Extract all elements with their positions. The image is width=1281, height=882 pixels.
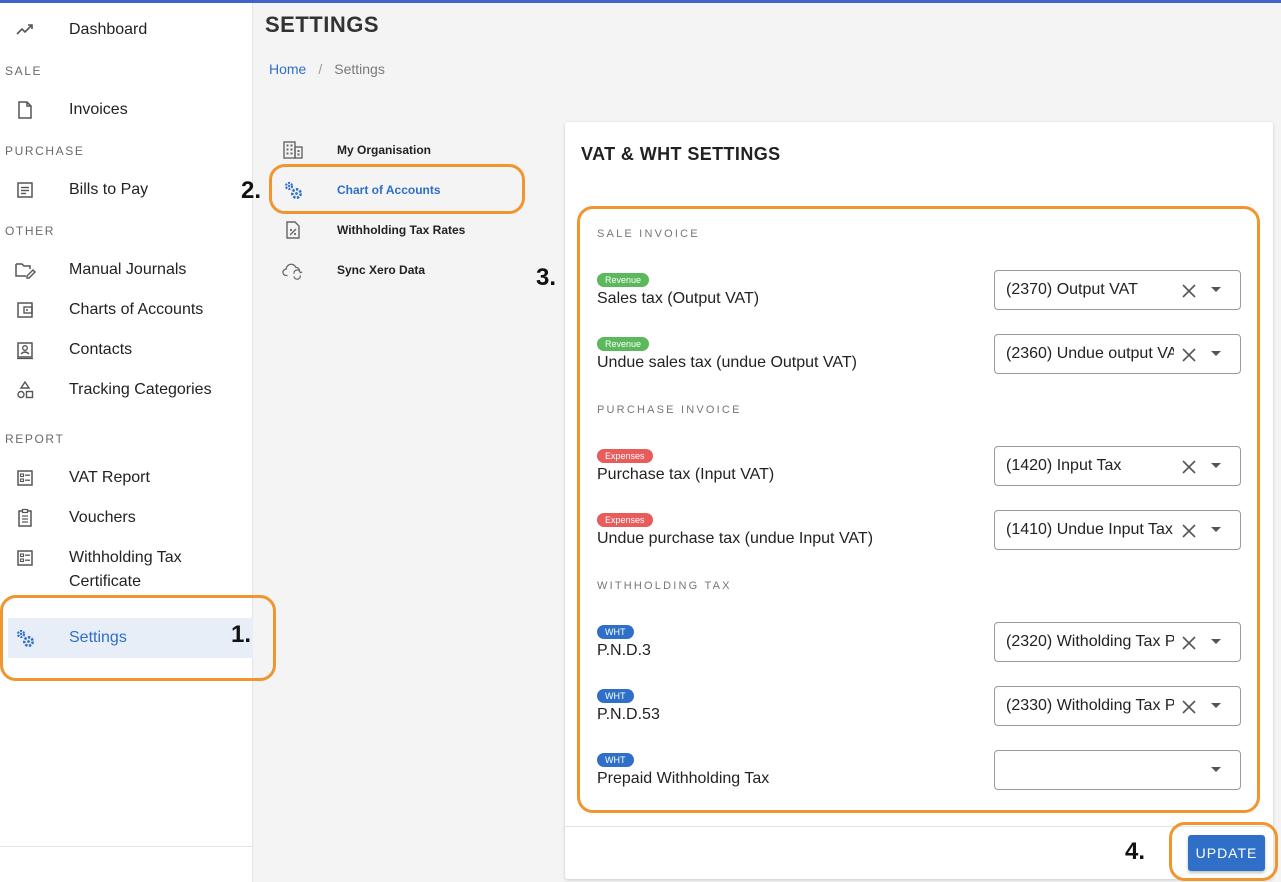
sidebar: Dashboard SALE Invoices PURCHASE Bills t… [0,3,253,882]
sidebar-item-label: Manual Journals [69,261,187,278]
sidebar-item-vat-report[interactable]: VAT Report [0,458,253,498]
sidebar-item-label: Charts of Accounts [69,301,204,318]
clipboard-icon [14,507,36,529]
sidebar-item-dashboard[interactable]: Dashboard [0,10,253,50]
settings-menu-label: Withholding Tax Rates [337,223,466,237]
breadcrumb: Home / Settings [269,61,385,77]
trending-up-icon [14,19,36,41]
sidebar-item-invoices[interactable]: Invoices [0,90,253,130]
list-document-icon [14,179,36,201]
panel-title: VAT & WHT SETTINGS [581,144,781,164]
annotation-number-4: 4. [1125,838,1146,865]
panel-footer-divider [565,826,1273,827]
certificate-icon [14,547,36,569]
annotation-number-3: 3. [536,264,557,291]
report-icon [14,467,36,489]
sidebar-item-vouchers[interactable]: Vouchers [0,498,253,538]
sidebar-item-charts-of-accounts[interactable]: Charts of Accounts [0,290,253,330]
building-icon [282,139,304,161]
percent-document-icon [282,219,304,241]
sidebar-divider [0,846,253,847]
section-report: REPORT [5,432,65,446]
sidebar-item-label: Tracking Categories [69,381,212,398]
sidebar-item-label: Contacts [69,341,133,358]
settings-menu-label: My Organisation [337,143,432,157]
shapes-icon [14,379,36,401]
section-purchase: PURCHASE [5,144,85,158]
annotation-box-chart-of-accounts [269,164,525,214]
sidebar-item-manual-journals[interactable]: Manual Journals [0,250,253,290]
contact-card-icon [14,339,36,361]
sidebar-item-tracking-categories[interactable]: Tracking Categories [0,370,253,410]
sidebar-item-label: Vouchers [69,509,136,526]
breadcrumb-separator: / [318,61,323,77]
annotation-number-2: 2. [241,177,262,204]
folder-edit-icon [14,259,36,281]
breadcrumb-current: Settings [334,61,385,77]
sidebar-item-contacts[interactable]: Contacts [0,330,253,370]
page-title: SETTINGS [265,12,380,37]
section-sale: SALE [5,64,43,78]
document-icon [14,99,36,121]
sidebar-item-label: Bills to Pay [69,181,149,198]
breadcrumb-home-link[interactable]: Home [269,61,306,77]
sidebar-item-label: VAT Report [69,469,150,486]
annotation-number-1: 1. [231,621,252,648]
annotation-box-update [1169,822,1278,881]
sidebar-item-label: Dashboard [69,21,148,38]
settings-menu-label: Sync Xero Data [337,263,426,277]
sidebar-item-label: Withholding Tax Certificate [69,549,182,590]
sidebar-item-bills-to-pay[interactable]: Bills to Pay [0,170,253,210]
wallet-icon [14,299,36,321]
sidebar-item-label: Invoices [69,101,128,118]
sidebar-item-withholding-tax-certificate[interactable]: Withholding Tax Certificate [0,538,253,598]
section-other: OTHER [5,224,55,238]
cloud-sync-icon [282,259,304,281]
annotation-box-vat-settings [577,206,1260,813]
